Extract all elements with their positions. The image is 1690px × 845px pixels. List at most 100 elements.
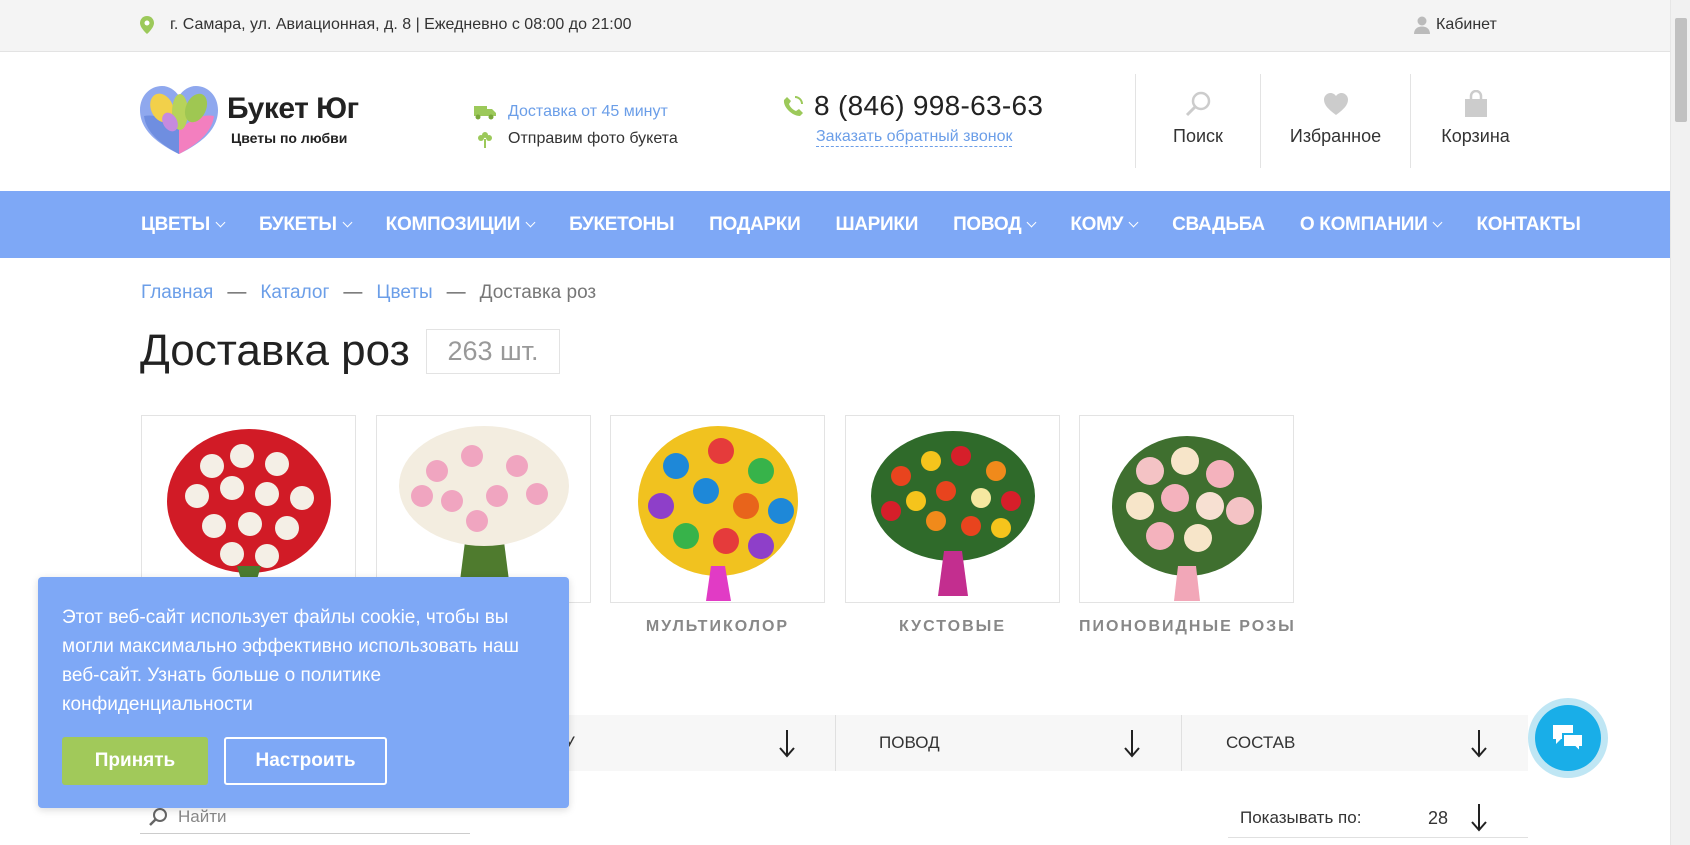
location-pin-icon xyxy=(140,16,154,34)
breadcrumb-catalog[interactable]: Каталог xyxy=(260,282,329,304)
callback-link[interactable]: Заказать обратный звонок xyxy=(816,128,1013,147)
site-header: Букет Юг Цветы по любви Доставка от 45 м… xyxy=(0,52,1670,191)
category-card-multicolor[interactable] xyxy=(610,415,825,603)
chat-button-inner xyxy=(1535,705,1601,771)
bouquet-image-multicolor xyxy=(638,426,798,601)
nav-item-label: О КОМПАНИИ xyxy=(1299,213,1428,235)
search-icon xyxy=(1185,91,1211,117)
configure-cookies-button[interactable]: Настроить xyxy=(224,737,387,785)
nav-item-1[interactable]: БУКЕТЫ xyxy=(258,213,353,236)
nav-item-4[interactable]: ПОДАРКИ xyxy=(709,213,801,236)
filter-occasion[interactable]: ПОВОД xyxy=(879,715,940,771)
arrow-down-icon[interactable] xyxy=(1470,728,1488,758)
arrow-down-icon[interactable] xyxy=(1123,728,1141,758)
logo[interactable]: Букет Юг Цветы по любви xyxy=(140,86,380,156)
nav-item-label: ЦВЕТЫ xyxy=(141,213,210,235)
top-bar: г. Самара, ул. Авиационная, д. 8 | Ежедн… xyxy=(0,0,1670,52)
arrow-down-icon[interactable] xyxy=(778,728,796,758)
nav-item-2[interactable]: КОМПОЗИЦИИ xyxy=(386,214,536,236)
nav-item-label: ПОДАРКИ xyxy=(709,213,801,235)
chat-bubbles-icon xyxy=(1553,725,1584,753)
chevron-down-icon xyxy=(342,217,353,227)
per-page-value: 28 xyxy=(1428,808,1449,828)
cart-label: Корзина xyxy=(1441,126,1510,146)
search-icon xyxy=(149,807,167,826)
heart-icon xyxy=(1323,93,1348,115)
phone-number[interactable]: 8 (846) 998-63-63 xyxy=(782,90,1043,122)
nav-item-10[interactable]: КОНТАКТЫ xyxy=(1476,214,1580,236)
bouquet-image-spray xyxy=(871,431,1035,596)
category-card-peony[interactable] xyxy=(1079,415,1294,603)
delivery-time-link[interactable]: Доставка от 45 минут xyxy=(508,103,668,121)
chevron-down-icon xyxy=(1026,217,1037,227)
filter-composition[interactable]: СОСТАВ xyxy=(1226,715,1295,771)
bouquet-image-peony xyxy=(1112,436,1262,601)
truck-icon xyxy=(474,103,496,121)
category-card-red-white[interactable] xyxy=(141,415,356,603)
nav-item-label: БУКЕТОНЫ xyxy=(569,213,675,235)
category-label-spray[interactable]: КУСТОВЫЕ xyxy=(845,618,1060,636)
nav-item-3[interactable]: БУКЕТОНЫ xyxy=(569,214,674,236)
nav-item-9[interactable]: О КОМПАНИИ xyxy=(1299,213,1443,236)
delivery-info: Доставка от 45 минут Отправим фото букет… xyxy=(474,98,678,152)
nav-item-6[interactable]: ПОВОД xyxy=(953,213,1037,236)
filter-divider xyxy=(835,715,836,771)
page-title: Доставка роз xyxy=(140,326,410,375)
search-placeholder: Найти xyxy=(178,806,227,826)
cabinet-label: Кабинет xyxy=(1436,16,1497,33)
accept-cookies-button[interactable]: Принять xyxy=(62,737,208,785)
nav-item-0[interactable]: ЦВЕТЫ xyxy=(141,213,226,236)
cookie-banner: Этот веб-сайт использует файлы cookie, ч… xyxy=(38,577,569,808)
breadcrumb: Главная — Каталог — Цветы — Доставка роз xyxy=(141,282,596,304)
favorites-button[interactable]: Избранное xyxy=(1260,74,1410,168)
page-scrollbar[interactable] xyxy=(1670,0,1690,845)
nav-item-label: КОМУ xyxy=(1070,213,1124,235)
scrollbar-thumb[interactable] xyxy=(1675,18,1687,122)
bouquet-image-red-white xyxy=(167,429,331,602)
product-count-badge: 263 шт. xyxy=(426,329,560,374)
phone-number-text: 8 (846) 998-63-63 xyxy=(814,90,1044,121)
chevron-down-icon xyxy=(1433,217,1443,227)
chevron-down-icon xyxy=(215,217,226,227)
arrow-down-icon xyxy=(1471,804,1487,832)
user-icon xyxy=(1414,16,1430,34)
nav-item-5[interactable]: ШАРИКИ xyxy=(835,214,918,236)
chat-widget-button[interactable] xyxy=(1528,698,1608,778)
nav-item-label: ШАРИКИ xyxy=(835,213,919,235)
nav-item-label: ПОВОД xyxy=(953,213,1022,235)
flower-icon xyxy=(474,130,496,148)
cookie-text: Этот веб-сайт использует файлы cookie, ч… xyxy=(62,607,519,715)
category-label-peony[interactable]: ПИОНОВИДНЫЕ РОЗЫ xyxy=(1079,618,1294,636)
breadcrumb-current: Доставка роз xyxy=(479,282,597,303)
category-card-pink-white[interactable] xyxy=(376,415,591,603)
nav-item-label: БУКЕТЫ xyxy=(258,213,337,235)
nav-item-8[interactable]: СВАДЬБА xyxy=(1172,214,1265,236)
nav-item-label: КОНТАКТЫ xyxy=(1476,213,1581,235)
cart-button[interactable]: Корзина xyxy=(1410,74,1540,168)
chevron-down-icon xyxy=(1128,217,1139,227)
chevron-down-icon xyxy=(525,217,536,227)
phone-icon xyxy=(783,96,803,116)
photo-row: Отправим фото букета xyxy=(474,125,678,152)
logo-subtitle: Цветы по любви xyxy=(231,130,348,146)
per-page-select[interactable]: Показывать по: 28 xyxy=(1228,800,1528,838)
breadcrumb-separator: — xyxy=(227,282,247,303)
cabinet-link[interactable]: Кабинет xyxy=(1414,16,1497,34)
breadcrumb-home[interactable]: Главная xyxy=(141,282,213,304)
breadcrumb-flowers[interactable]: Цветы xyxy=(376,282,432,304)
main-nav: ЦВЕТЫ БУКЕТЫ КОМПОЗИЦИИ БУКЕТОНЫ ПОДАРКИ ШАРИ… xyxy=(0,191,1670,258)
bouquet-image-pink-white xyxy=(399,426,569,602)
nav-list: ЦВЕТЫ БУКЕТЫ КОМПОЗИЦИИ БУКЕТОНЫ ПОДАРКИ ШАРИ… xyxy=(141,191,1616,258)
logo-heart-icon xyxy=(140,86,218,154)
category-label-multicolor[interactable]: МУЛЬТИКОЛОР xyxy=(610,618,825,636)
category-card-spray[interactable] xyxy=(845,415,1060,603)
bag-icon xyxy=(1464,90,1487,117)
address-text: г. Самара, ул. Авиационная, д. 8 | Ежедн… xyxy=(170,16,632,33)
nav-item-7[interactable]: КОМУ xyxy=(1070,213,1139,236)
photo-text: Отправим фото букета xyxy=(508,129,678,147)
search-button[interactable]: Поиск xyxy=(1135,74,1260,168)
per-page-label: Показывать по: xyxy=(1240,808,1362,827)
favorites-label: Избранное xyxy=(1289,126,1382,146)
delivery-time-row[interactable]: Доставка от 45 минут xyxy=(474,98,678,125)
nav-item-label: СВАДЬБА xyxy=(1172,213,1265,235)
